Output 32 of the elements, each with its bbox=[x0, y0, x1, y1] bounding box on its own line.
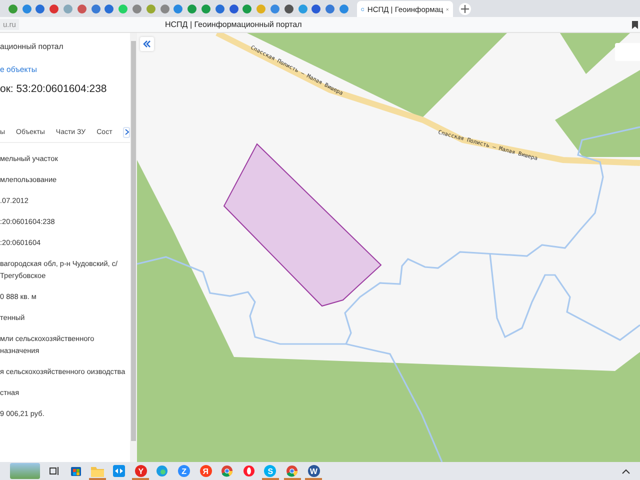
browser-tab[interactable] bbox=[34, 2, 48, 16]
browser-tab[interactable] bbox=[158, 2, 172, 16]
browser-tab[interactable] bbox=[199, 2, 213, 16]
browser-tab[interactable] bbox=[323, 2, 338, 16]
browser-tab[interactable] bbox=[268, 2, 282, 16]
new-tab-button[interactable] bbox=[458, 2, 471, 14]
browser-tab[interactable] bbox=[20, 2, 34, 16]
chevron-up-icon[interactable] bbox=[622, 468, 630, 474]
browser-tab[interactable] bbox=[212, 2, 227, 16]
browser-tab[interactable] bbox=[226, 2, 241, 16]
browser-tab[interactable] bbox=[240, 2, 254, 16]
app-button[interactable]: Я bbox=[195, 462, 216, 480]
browser-tab[interactable] bbox=[337, 2, 351, 16]
browser-tab[interactable] bbox=[6, 2, 20, 16]
browser-tab[interactable] bbox=[310, 2, 324, 16]
page-title: НСПД | Геоинформационный портал bbox=[165, 20, 302, 29]
app-button[interactable]: W bbox=[303, 462, 324, 480]
collapse-panel-button[interactable] bbox=[140, 37, 154, 51]
bookmark-icon[interactable] bbox=[632, 20, 638, 28]
parcel-heading: ок: 53:20:0601604:238 bbox=[0, 83, 108, 95]
app-button[interactable]: Y bbox=[130, 462, 152, 480]
browser-tab[interactable] bbox=[172, 2, 186, 16]
browser-tab[interactable] bbox=[88, 2, 103, 16]
browser-tab[interactable] bbox=[74, 2, 89, 16]
double-chevron-left-icon[interactable] bbox=[143, 40, 151, 48]
browser-tab[interactable] bbox=[47, 2, 62, 16]
browser-tab[interactable] bbox=[185, 2, 200, 16]
next-tab-button[interactable] bbox=[123, 126, 130, 138]
browser-tab[interactable] bbox=[282, 2, 296, 16]
scrollbar[interactable] bbox=[130, 33, 137, 462]
browser-tab[interactable] bbox=[130, 2, 144, 16]
browser-tab[interactable] bbox=[102, 2, 116, 16]
